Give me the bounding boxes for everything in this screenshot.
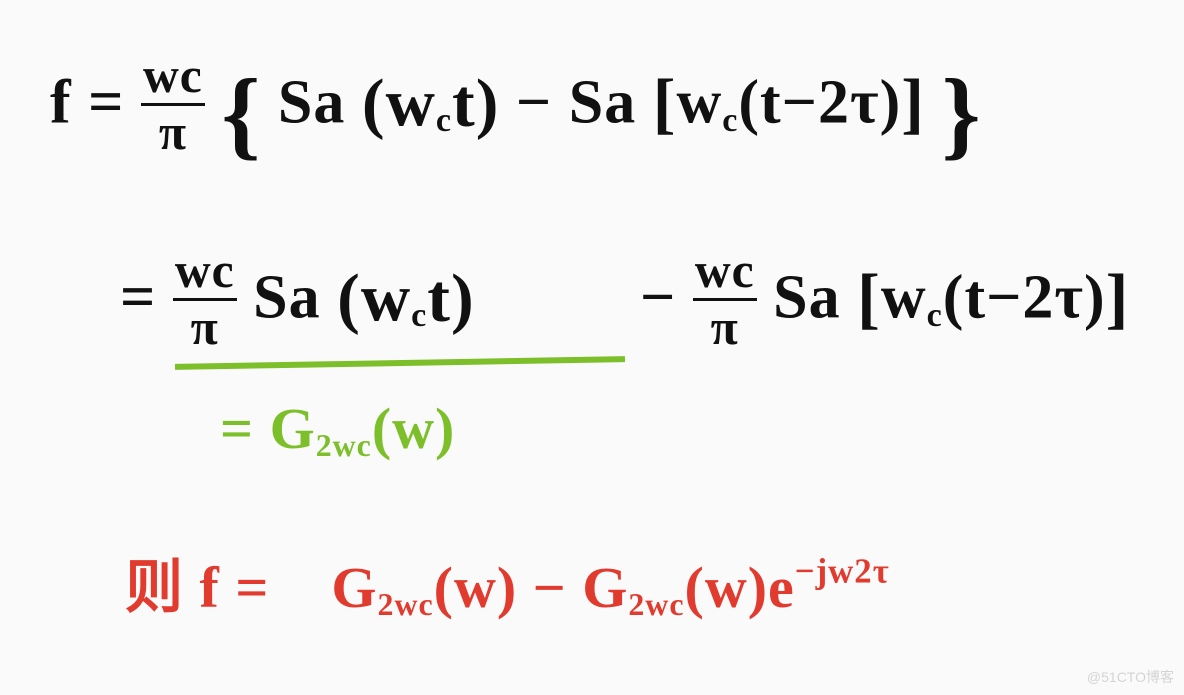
sa-fn-2: Sa — [569, 68, 636, 136]
minus-4: − — [533, 555, 583, 620]
bracket-open: [ — [653, 65, 677, 141]
g1: G — [331, 555, 377, 620]
sa-fn-2a: Sa — [253, 263, 320, 331]
fraction-wc-pi-2a: wc π — [173, 246, 237, 352]
close-brace: } — [941, 60, 981, 169]
open-brace: { — [221, 60, 261, 169]
lhs: f = — [50, 68, 124, 136]
minus-2b: − — [640, 263, 693, 331]
sa-fn-2b: Sa — [773, 263, 840, 331]
minus: − — [516, 68, 569, 136]
eq-sign: = — [120, 263, 173, 331]
term1-arg-open: (w — [362, 65, 436, 141]
fraction-wc-pi: wc π — [141, 51, 205, 157]
equation-line-2a: = wc π Sa (wct) — [120, 250, 475, 356]
lhs-4: f = — [200, 555, 285, 620]
prefix-chinese: 则 — [125, 555, 200, 620]
g2: G — [582, 555, 628, 620]
exponent: −jw2τ — [795, 552, 890, 591]
eq-sign-3: = — [220, 396, 270, 461]
bracket-close: ] — [901, 65, 925, 141]
equation-line-4: 则 f = G2wc(w) − G2wc(w)e−jw2τ — [125, 540, 890, 624]
g-symbol: G — [270, 396, 316, 461]
handwriting-canvas: f = wc π { Sa (wct) − Sa [wc(t−2τ)] } = … — [0, 0, 1184, 695]
sa-fn-1: Sa — [278, 68, 345, 136]
equation-line-1: f = wc π { Sa (wct) − Sa [wc(t−2τ)] } — [50, 55, 982, 171]
underline-annotation — [175, 356, 625, 370]
bracket-open-2b: [ — [857, 260, 881, 336]
watermark: @51CTO博客 — [1087, 667, 1174, 687]
fraction-wc-pi-2b: wc π — [693, 246, 757, 352]
equation-line-2b: − wc π Sa [wc(t−2τ)] — [640, 250, 1129, 356]
equation-line-3: = G2wc(w) — [220, 395, 455, 464]
bracket-close-2b: ] — [1106, 260, 1130, 336]
